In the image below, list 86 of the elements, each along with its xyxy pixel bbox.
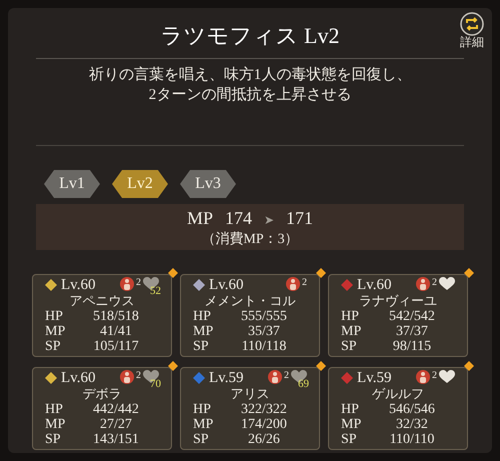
stat-value: 105/117 [92,339,140,354]
level-text: Lv.60 [61,277,96,293]
stat-value: 37/37 [395,324,429,339]
stat-label: MP [193,324,214,339]
stat-label: MP [45,417,66,432]
stat-label: HP [341,402,360,417]
mp-cost-note: （消費MP：3） [201,232,299,248]
stat-label: SP [45,432,62,447]
level-tab[interactable]: Lv1 [44,170,100,198]
boost-figure-icon [120,370,134,386]
boost-figure-icon [416,370,430,386]
boost-figure-icon [120,277,134,293]
corner-gem-icon [464,268,474,278]
stat-value: 518/518 [92,309,140,324]
stat-label: MP [193,417,214,432]
stat-label: MP [341,417,362,432]
stat-label: MP [45,324,66,339]
member-card[interactable]: Lv.60 2 ラナヴィーユ HP 542/542 MP 37/37 SP 98/115 [328,274,468,357]
level-text: Lv.59 [209,370,244,386]
stat-label: SP [45,339,62,354]
boost-figure-icon [416,277,430,293]
stat-value: 174/200 [240,417,288,432]
stat-value: 41/41 [99,324,133,339]
boost-count: 2 [432,277,437,289]
corner-gem-icon [168,361,178,371]
stat-label: SP [193,432,210,447]
stat-value: 542/542 [388,309,436,324]
boost-count: 2 [432,370,437,382]
corner-gem-icon [316,268,326,278]
stat-value: 546/546 [388,402,436,417]
affinity-value: 70 [150,378,161,390]
member-name: アリス [230,386,270,402]
skill-description: 祈りの言葉を唱え、味方1人の毒状態を回復し、 2ターンの間抵抗を上昇させる [88,65,412,105]
level-tab[interactable]: Lv3 [180,170,236,198]
stat-value: 35/37 [247,324,281,339]
stat-label: HP [45,402,64,417]
boost-figure-icon [268,370,282,386]
level-text: Lv.60 [209,277,244,293]
mp-before: 174 [225,207,252,230]
detail-label[interactable]: 詳細 [460,36,484,48]
stat-value: 322/322 [240,402,288,417]
boost-count: 2 [136,370,141,382]
stat-label: SP [341,432,358,447]
level-text: Lv.60 [357,277,392,293]
boost-count: 2 [136,277,141,289]
stat-value: 442/442 [92,402,140,417]
member-card[interactable]: Lv.60 2 メメント・コル HP 555/555 MP 35/37 SP 110/118 [180,274,320,357]
member-name: ラナヴィーユ [359,293,437,309]
boost-figure-icon [286,277,300,293]
affinity-value: 52 [150,285,161,297]
member-card[interactable]: Lv.60 2 70 デボラ HP 442/442 MP 27/27 SP 143/151 [32,367,172,450]
stat-label: SP [341,339,358,354]
stat-label: MP [341,324,362,339]
level-text: Lv.59 [357,370,392,386]
stat-label: HP [193,309,212,324]
stat-value: 110/110 [388,432,436,447]
member-name: アペニウス [70,293,134,309]
skill-title: ラツモフィス Lv2 [160,22,340,50]
stat-label: HP [341,309,360,324]
member-name: デボラ [82,386,122,402]
corner-gem-icon [316,361,326,371]
stat-value: 143/151 [92,432,140,447]
corner-gem-icon [168,268,178,278]
stat-value: 27/27 [99,417,133,432]
stat-label: HP [45,309,64,324]
stat-value: 32/32 [395,417,429,432]
level-text: Lv.60 [61,370,96,386]
member-card[interactable]: Lv.59 2 69 アリス HP 322/322 MP 174/200 SP 26/26 [180,367,320,450]
member-card[interactable]: Lv.59 2 ゲルルフ HP 546/546 MP 32/32 SP 110/110 [328,367,468,450]
boost-count: 2 [284,370,289,382]
stat-value: 26/26 [247,432,281,447]
mp-label: MP [186,207,213,230]
corner-gem-icon [464,361,474,371]
affinity-value: 69 [298,378,309,390]
member-card[interactable]: Lv.60 2 52 アペニウス HP 518/518 MP 41/41 SP 105/117 [32,274,172,357]
member-name: ゲルルフ [372,386,424,402]
stat-value: 555/555 [240,309,288,324]
stat-label: HP [193,402,212,417]
stat-value: 98/115 [392,339,432,354]
arrow-glyph: ➤ [264,212,274,229]
stat-value: 110/118 [240,339,288,354]
swap-icon[interactable] [460,12,484,36]
mp-after: 171 [286,207,313,230]
member-name: メメント・コル [204,293,296,309]
stat-label: SP [193,339,210,354]
boost-count: 2 [302,277,307,289]
